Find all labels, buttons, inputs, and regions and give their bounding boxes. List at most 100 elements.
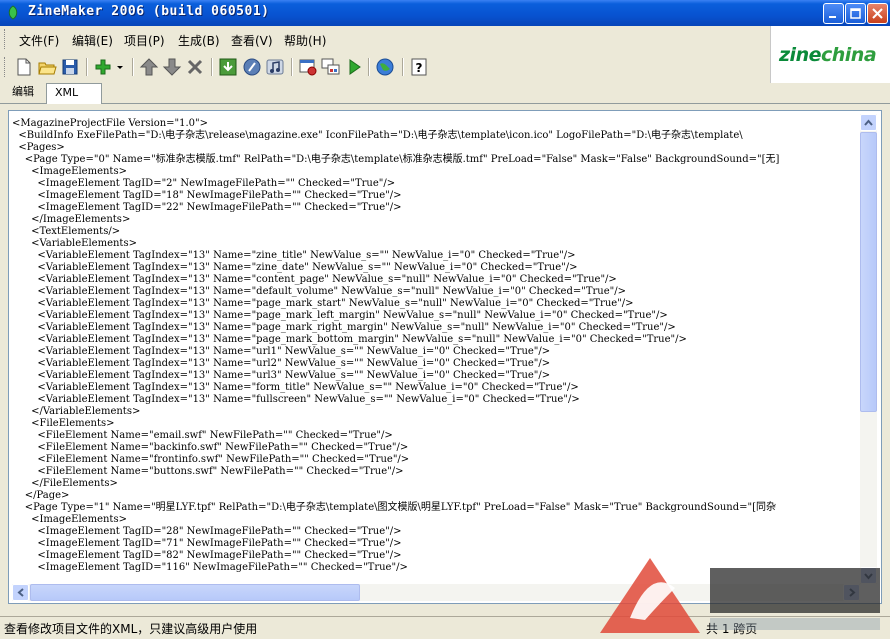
maximize-button[interactable]: [845, 3, 866, 24]
xml-line[interactable]: <FileElement Name="backinfo.swf" NewFile…: [12, 442, 408, 454]
new-file-icon: [17, 58, 31, 76]
xml-line[interactable]: </FileElements>: [12, 478, 118, 490]
xml-line[interactable]: <ImageElement TagID="28" NewImageFilePat…: [12, 526, 401, 538]
xml-line[interactable]: <FileElement Name="frontinfo.swf" NewFil…: [12, 454, 409, 466]
chevron-right-icon: [849, 588, 856, 597]
xml-line[interactable]: </Page>: [12, 490, 70, 502]
xml-line[interactable]: <TextElements/>: [12, 226, 120, 238]
xml-line[interactable]: <VariableElement TagIndex="13" Name="ful…: [12, 394, 579, 406]
menu-help[interactable]: 帮助(H): [284, 32, 326, 49]
xml-line[interactable]: <FileElement Name="buttons.swf" NewFileP…: [12, 466, 403, 478]
minimize-button[interactable]: [823, 3, 844, 24]
xml-editor[interactable]: <MagazineProjectFile Version="1.0"> <Bui…: [12, 114, 860, 584]
arrow-down-icon: [162, 58, 182, 76]
xml-line[interactable]: <ImageElement TagID="2" NewImageFilePath…: [12, 178, 395, 190]
tab-xml[interactable]: XML: [46, 83, 102, 104]
tab-edit[interactable]: 编辑: [4, 83, 46, 102]
add-button[interactable]: [92, 56, 114, 78]
xml-line[interactable]: <BuildInfo ExeFilePath="D:\电子杂志\release\…: [12, 130, 742, 142]
horizontal-scrollbar[interactable]: [12, 584, 860, 601]
xml-line[interactable]: <Pages>: [12, 142, 64, 154]
toolbar-separator: [402, 58, 404, 76]
xml-line[interactable]: </VariableElements>: [12, 406, 140, 418]
import-button[interactable]: [217, 56, 239, 78]
open-folder-icon: [38, 62, 57, 75]
open-folder-button[interactable]: [36, 56, 58, 78]
xml-line[interactable]: <VariableElement TagIndex="13" Name="pag…: [12, 322, 675, 334]
xml-line[interactable]: <ImageElement TagID="116" NewImageFilePa…: [12, 562, 407, 574]
move-up-button[interactable]: [138, 56, 160, 78]
xml-line[interactable]: <VariableElements>: [12, 238, 137, 250]
music-button[interactable]: [264, 56, 286, 78]
xml-line[interactable]: <MagazineProjectFile Version="1.0">: [12, 118, 208, 130]
xml-line[interactable]: <ImageElement TagID="22" NewImageFilePat…: [12, 202, 401, 214]
toolbar-separator: [368, 58, 370, 76]
build-button[interactable]: [320, 56, 342, 78]
vertical-scroll-thumb[interactable]: [860, 132, 877, 412]
globe-icon: [376, 58, 394, 76]
menu-view[interactable]: 查看(V): [231, 32, 273, 49]
xml-line[interactable]: <ImageElements>: [12, 166, 127, 178]
new-file-button[interactable]: [13, 56, 35, 78]
delete-button[interactable]: [184, 56, 206, 78]
toolbar: ?: [0, 52, 770, 82]
xml-line[interactable]: <ImageElement TagID="82" NewImageFilePat…: [12, 550, 401, 562]
xml-line[interactable]: <VariableElement TagIndex="13" Name="url…: [12, 370, 550, 382]
web-button[interactable]: [374, 56, 396, 78]
menubar-grip[interactable]: [4, 29, 8, 49]
status-message: 查看修改项目文件的XML，只建议高级用户使用: [4, 622, 258, 636]
xml-line[interactable]: <VariableElement TagIndex="13" Name="zin…: [12, 262, 577, 274]
xml-line[interactable]: <VariableElement TagIndex="13" Name="url…: [12, 346, 550, 358]
toolbar-separator: [86, 58, 88, 76]
chevron-up-icon: [864, 119, 873, 126]
close-button[interactable]: [867, 3, 888, 24]
xml-line[interactable]: <ImageElement TagID="18" NewImageFilePat…: [12, 190, 401, 202]
xml-line[interactable]: <VariableElement TagIndex="13" Name="for…: [12, 382, 578, 394]
xml-line[interactable]: <VariableElement TagIndex="13" Name="url…: [12, 358, 550, 370]
vertical-scrollbar[interactable]: [860, 114, 877, 584]
menu-edit[interactable]: 编辑(E): [72, 32, 113, 49]
menu-project[interactable]: 项目(P): [124, 32, 165, 49]
settings-button[interactable]: [297, 56, 319, 78]
scroll-left-button[interactable]: [12, 584, 29, 601]
maximize-icon: [850, 8, 861, 19]
xml-line[interactable]: <VariableElement TagIndex="13" Name="pag…: [12, 298, 633, 310]
xml-line[interactable]: <VariableElement TagIndex="13" Name="pag…: [12, 334, 686, 346]
horizontal-scroll-thumb[interactable]: [30, 584, 360, 601]
status-bar: 查看修改项目文件的XML，只建议高级用户使用 共 1 跨页: [0, 616, 890, 639]
xml-line[interactable]: <FileElements>: [12, 418, 114, 430]
add-icon: [95, 59, 111, 75]
menu-build[interactable]: 生成(B): [178, 32, 220, 49]
xml-line[interactable]: <FileElement Name="email.swf" NewFilePat…: [12, 430, 392, 442]
xml-line[interactable]: <ImageElement TagID="71" NewImageFilePat…: [12, 538, 401, 550]
help-circle-button[interactable]: [241, 56, 263, 78]
scroll-right-button[interactable]: [843, 584, 860, 601]
toolbar-grip[interactable]: [4, 57, 8, 77]
xml-line[interactable]: <VariableElement TagIndex="13" Name="con…: [12, 274, 616, 286]
music-icon: [266, 59, 284, 75]
scroll-up-button[interactable]: [860, 114, 877, 131]
menu-file[interactable]: 文件(F): [19, 32, 59, 49]
xml-line[interactable]: <Page Type="1" Name="明星LYF.tpf" RelPath=…: [12, 502, 776, 514]
xml-line[interactable]: <Page Type="0" Name="标准杂志模版.tmf" RelPath…: [12, 154, 780, 166]
move-down-button[interactable]: [161, 56, 183, 78]
scroll-down-button[interactable]: [860, 567, 877, 584]
add-dropdown-button[interactable]: [114, 56, 126, 78]
xml-line[interactable]: <ImageElements>: [12, 514, 127, 526]
help-circle-icon: [243, 58, 261, 76]
play-button[interactable]: [343, 56, 365, 78]
title-bar[interactable]: ZineMaker 2006 (build 060501): [0, 0, 890, 26]
xml-line[interactable]: </ImageElements>: [12, 214, 130, 226]
view-tabs: 编辑 XML: [0, 83, 890, 104]
xml-line[interactable]: <VariableElement TagIndex="13" Name="pag…: [12, 310, 667, 322]
help-book-icon: ?: [411, 58, 427, 76]
toolbar-separator: [211, 58, 213, 76]
xml-line[interactable]: <VariableElement TagIndex="13" Name="def…: [12, 286, 626, 298]
help-button[interactable]: ?: [408, 56, 430, 78]
brand-logo-area: zinechina: [770, 26, 890, 84]
save-button[interactable]: [59, 56, 81, 78]
build-icon: [321, 58, 340, 75]
xml-line[interactable]: <VariableElement TagIndex="13" Name="zin…: [12, 250, 575, 262]
chevron-left-icon: [17, 588, 24, 597]
delete-icon: [187, 59, 203, 75]
